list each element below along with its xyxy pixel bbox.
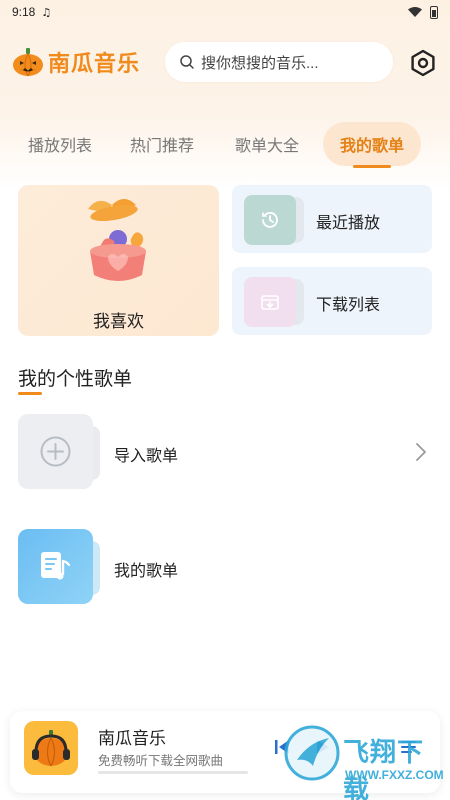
tab-bar: 播放列表 热门推荐 歌单大全 我的歌单 bbox=[0, 122, 450, 168]
player-progress-bar[interactable] bbox=[98, 771, 248, 774]
import-playlist-cover bbox=[18, 414, 93, 489]
status-time: 9:18 bbox=[12, 5, 36, 19]
tab-playlist[interactable]: 播放列表 bbox=[20, 122, 100, 166]
clock-icon bbox=[262, 212, 278, 228]
download-box-icon bbox=[261, 295, 279, 310]
gift-box-hearts-icon bbox=[88, 199, 146, 281]
recent-play-card[interactable]: 最近播放 bbox=[232, 185, 432, 253]
section-title: 我的个性歌单 bbox=[18, 369, 133, 390]
watermark-url: WWW.FXXZ.COM bbox=[345, 768, 444, 782]
plus-circle-icon bbox=[40, 436, 71, 467]
wifi-icon bbox=[408, 7, 422, 17]
music-note-icon bbox=[41, 552, 71, 580]
my-playlist-cover bbox=[18, 529, 93, 604]
tab-my-playlists[interactable]: 我的歌单 bbox=[323, 122, 421, 166]
pumpkin-logo-icon bbox=[13, 48, 43, 77]
search-icon bbox=[180, 55, 194, 69]
search-input[interactable]: 搜你想搜的音乐... bbox=[165, 42, 393, 82]
import-playlist-row[interactable]: 导入歌单 bbox=[0, 414, 450, 494]
battery-icon bbox=[430, 5, 438, 19]
status-bar: 9:18 ♫ bbox=[0, 0, 450, 24]
player-album-art[interactable] bbox=[24, 721, 78, 775]
download-list-label: 下载列表 bbox=[316, 297, 381, 314]
my-playlist-label: 我的歌单 bbox=[114, 563, 179, 580]
import-playlist-label: 导入歌单 bbox=[114, 448, 179, 465]
player-title: 南瓜音乐 bbox=[98, 729, 166, 748]
favorites-label: 我喜欢 bbox=[93, 312, 144, 331]
chevron-right-icon[interactable] bbox=[414, 442, 428, 462]
music-notification-icon: ♫ bbox=[41, 5, 52, 19]
recent-play-icon-tile bbox=[244, 195, 296, 245]
tab-hot-recommend[interactable]: 热门推荐 bbox=[122, 122, 202, 166]
tab-playlist-collection[interactable]: 歌单大全 bbox=[227, 122, 307, 166]
player-subtitle: 免费畅听下载全网歌曲 bbox=[98, 754, 224, 768]
watermark-text: 飞翔下载 bbox=[343, 737, 425, 800]
download-list-icon-tile bbox=[244, 277, 296, 327]
recent-play-label: 最近播放 bbox=[316, 215, 381, 232]
app-header: 南瓜音乐 搜你想搜的音乐... bbox=[0, 38, 450, 88]
my-playlist-row[interactable]: 我的歌单 bbox=[0, 529, 450, 609]
favorites-card[interactable]: 我喜欢 bbox=[18, 185, 219, 336]
app-logo: 南瓜音乐 bbox=[12, 46, 140, 78]
watermark: 飞翔下载 WWW.FXXZ.COM bbox=[283, 718, 444, 800]
app-title: 南瓜音乐 bbox=[48, 51, 141, 76]
download-list-card[interactable]: 下载列表 bbox=[232, 267, 432, 335]
search-placeholder: 搜你想搜的音乐... bbox=[201, 54, 319, 72]
settings-hexagon-icon[interactable] bbox=[408, 48, 438, 78]
watermark-logo-icon bbox=[284, 725, 340, 781]
section-title-underline bbox=[18, 392, 42, 395]
tab-active-indicator bbox=[353, 165, 391, 168]
pumpkin-headphones-icon bbox=[32, 730, 70, 767]
